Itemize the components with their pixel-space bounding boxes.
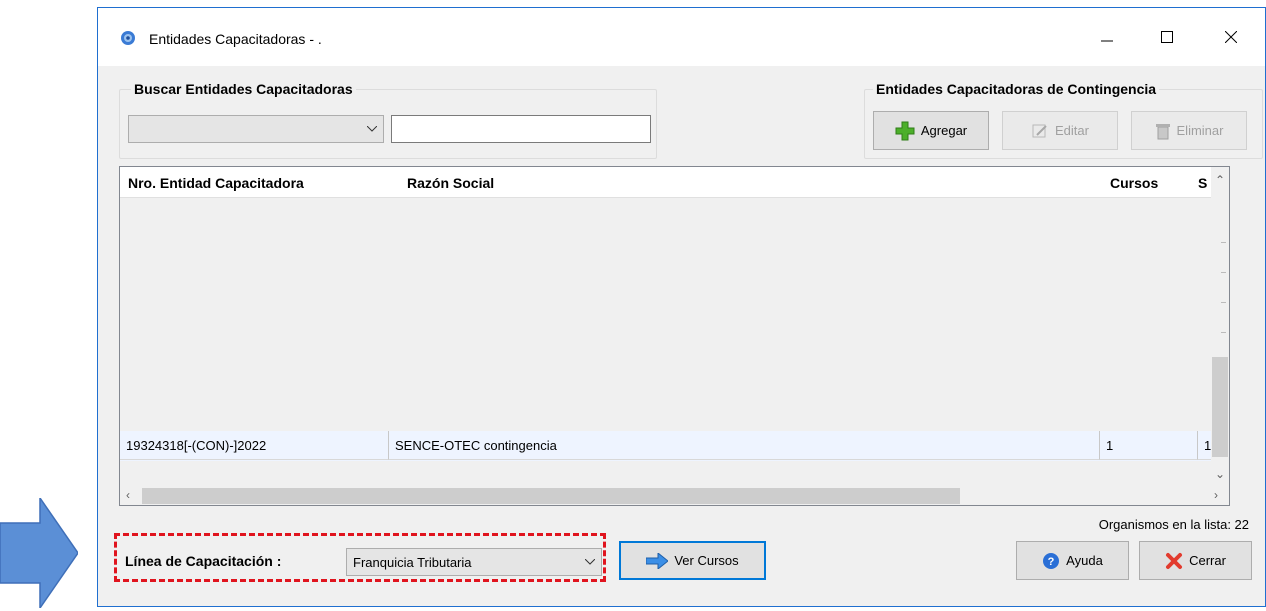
linea-capacitacion-label: Línea de Capacitación : [125,553,282,569]
maximize-button[interactable] [1144,22,1190,52]
window-title: Entidades Capacitadoras - . [149,31,322,47]
scroll-down-icon[interactable]: ⌄ [1215,467,1225,481]
grid-header: Nro. Entidad Capacitadora Razón Social C… [120,167,1212,198]
entities-grid[interactable]: Nro. Entidad Capacitadora Razón Social C… [119,166,1230,506]
vertical-scroll-thumb[interactable] [1212,357,1228,457]
edit-button-label: Editar [1055,123,1089,138]
dialog-window: Entidades Capacitadoras - . Buscar Entid… [97,7,1266,607]
svg-text:?: ? [1048,556,1055,568]
plus-icon [895,121,915,140]
maximize-icon [1161,31,1173,43]
add-button[interactable]: Agregar [873,111,989,150]
vertical-scrollbar[interactable]: ⌃ ⌄ [1211,167,1229,487]
contingency-group-title: Entidades Capacitadoras de Contingencia [873,81,1160,97]
table-row[interactable]: 19324318[-(CON)-]2022 SENCE-OTEC conting… [120,431,1212,461]
scroll-left-icon[interactable]: ‹ [126,488,130,502]
search-input[interactable] [391,115,651,143]
cell-cursos: 1 [1100,431,1198,460]
column-header-nro[interactable]: Nro. Entidad Capacitadora [128,175,304,191]
close-icon [1225,31,1237,43]
column-header-s[interactable]: S [1198,175,1207,191]
close-label: Cerrar [1189,553,1226,568]
chevron-down-icon [367,126,377,132]
ver-cursos-button[interactable]: Ver Cursos [619,541,766,580]
minimize-button[interactable] [1084,22,1130,52]
scroll-up-icon[interactable]: ⌃ [1215,173,1225,187]
red-x-icon [1166,552,1183,569]
edit-pencil-icon [1032,124,1047,137]
column-header-cursos[interactable]: Cursos [1110,175,1158,191]
add-button-label: Agregar [920,123,968,138]
arrow-right-icon [646,552,669,569]
search-field-combo[interactable] [128,115,384,143]
delete-button[interactable]: Eliminar [1131,111,1247,150]
close-window-button[interactable] [1208,22,1254,52]
linea-select-value: Franquicia Tributaria [353,554,472,570]
cell-razon-social: SENCE-OTEC contingencia [389,431,1100,460]
list-count: Organismos en la lista: 22 [1098,517,1249,532]
help-button[interactable]: ? Ayuda [1016,541,1129,580]
column-header-razon-social[interactable]: Razón Social [407,175,494,191]
minimize-icon [1101,40,1113,42]
help-icon: ? [1043,552,1060,569]
trash-icon [1155,123,1170,139]
close-button[interactable]: Cerrar [1139,541,1252,580]
edit-button[interactable]: Editar [1002,111,1118,150]
help-label: Ayuda [1066,553,1103,568]
pointer-arrow-icon [0,498,78,608]
cell-s: 1 [1198,431,1212,460]
scroll-right-icon[interactable]: › [1214,488,1218,502]
horizontal-scrollbar[interactable]: ‹ › [120,487,1229,505]
search-group-title: Buscar Entidades Capacitadoras [131,81,356,97]
cell-nro: 19324318[-(CON)-]2022 [120,431,389,460]
ver-cursos-label: Ver Cursos [674,553,739,568]
app-globe-icon [121,31,135,45]
horizontal-scroll-thumb[interactable] [142,488,960,504]
linea-capacitacion-select[interactable]: Franquicia Tributaria [346,548,602,576]
chevron-down-icon [585,559,595,565]
title-bar: Entidades Capacitadoras - . [98,8,1265,66]
delete-button-label: Eliminar [1176,123,1224,138]
